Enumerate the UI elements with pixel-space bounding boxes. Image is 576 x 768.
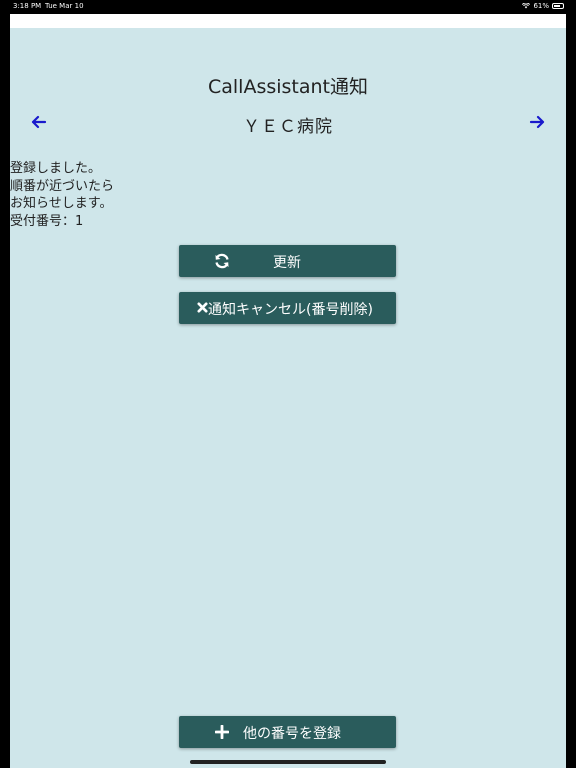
register-another-label: 他の番号を登録 <box>243 726 341 742</box>
clinic-name: ＹＥＣ病院 <box>243 117 333 137</box>
arrow-right-icon[interactable] <box>528 114 548 130</box>
battery-icon <box>552 3 564 9</box>
register-another-button[interactable]: 他の番号を登録 <box>179 716 396 748</box>
wifi-icon <box>522 3 531 9</box>
cancel-notification-label: 通知キャンセル(番号削除) <box>208 302 373 318</box>
refresh-button[interactable]: 更新 <box>179 245 396 277</box>
app-title: CallAssistant通知 <box>207 76 369 98</box>
registration-message: 登録しました。 順番が近づいたら お知らせします。 受付番号：1 <box>10 160 114 230</box>
message-line: 登録しました。 <box>10 161 102 176</box>
home-indicator <box>190 760 386 764</box>
message-line: お知らせします。 <box>10 196 113 211</box>
status-date: Tue Mar 10 <box>45 2 84 10</box>
status-time: 3:18 PM <box>13 2 42 10</box>
close-icon <box>197 302 208 313</box>
refresh-label: 更新 <box>273 255 301 271</box>
message-line: 受付番号：1 <box>10 213 84 229</box>
battery-percent: 61% <box>533 2 549 10</box>
refresh-icon <box>215 253 229 269</box>
message-line: 順番が近づいたら <box>10 178 115 194</box>
status-bar: 3:18 PM Tue Mar 10 61% <box>0 0 576 14</box>
cancel-notification-button[interactable]: 通知キャンセル(番号削除) <box>179 292 396 324</box>
app-screen: CallAssistant通知 ＹＥＣ病院 登録しました。 順番が近づいたら お… <box>10 14 566 768</box>
top-strip <box>10 14 566 28</box>
plus-icon <box>215 725 229 739</box>
status-right: 61% <box>522 2 564 10</box>
